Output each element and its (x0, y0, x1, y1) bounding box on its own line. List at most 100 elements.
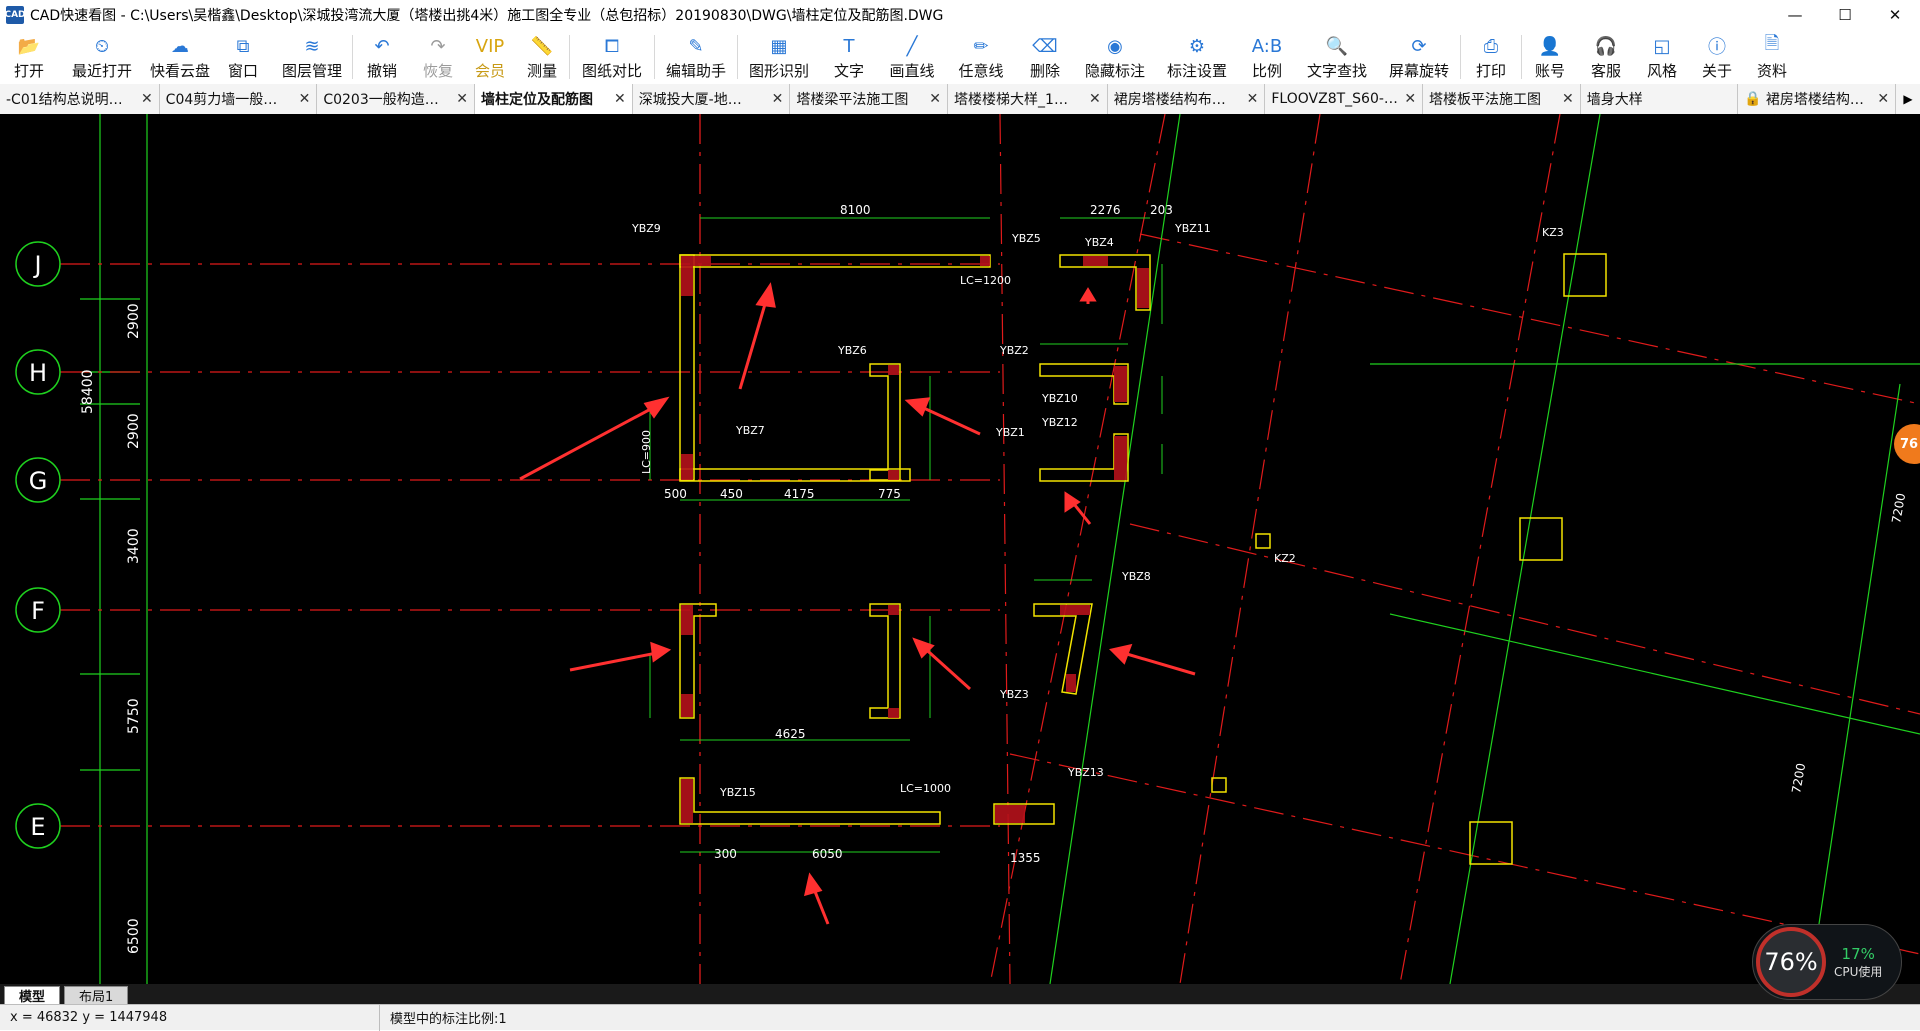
layout-tab[interactable]: 模型 (4, 986, 61, 1005)
toolbar-button-edit-assistant[interactable]: ✎ 编辑助手 (655, 30, 737, 84)
document-tab[interactable]: 裙房塔楼结构布… ✕ (1107, 84, 1266, 114)
document-tab[interactable]: 深城投大厦-地… ✕ (632, 84, 791, 114)
dim-right-7200-b: 7200 (1789, 762, 1808, 795)
toolbar-button-text[interactable]: T 文字 (820, 30, 878, 84)
tab-close-icon[interactable]: ✕ (299, 91, 311, 107)
dim-bottom-300: 300 (714, 847, 737, 861)
dim-top-203: 203 (1150, 203, 1173, 217)
axis-bubbles (15, 241, 61, 849)
toolbar-label: 画直线 (889, 62, 935, 80)
toolbar-button-window[interactable]: ⧉ 窗口 (214, 30, 272, 84)
tab-scroll-right-icon[interactable]: ▶ (1896, 84, 1920, 114)
maximize-button[interactable]: ☐ (1820, 0, 1870, 30)
toolbar-button-shape-recognize[interactable]: ▦ 图形识别 (738, 30, 820, 84)
printer-icon: ⎙ (1483, 35, 1499, 57)
tab-label: 深城投大厦-地… (638, 92, 742, 108)
tab-close-icon[interactable]: ✕ (614, 91, 626, 107)
drawing-canvas[interactable]: J H G F E 2900 2900 3400 5750 6500 58400 (0, 114, 1920, 984)
document-tab[interactable]: 塔楼板平法施工图 ✕ (1423, 84, 1581, 114)
axis-label-j: J (32, 251, 41, 279)
status-bar: x = 46832 y = 1447948 模型中的标注比例:1 (0, 1004, 1920, 1031)
tag-ybz3: YBZ3 (999, 688, 1029, 701)
tab-close-icon[interactable]: ✕ (1562, 91, 1574, 107)
toolbar-button-vip[interactable]: VIP 会员 (465, 30, 515, 84)
document-tab[interactable]: 塔楼梁平法施工图 ✕ (790, 84, 949, 114)
toolbar-button-pencil[interactable]: ✏ 任意线 (946, 30, 1016, 84)
toolbar-label: 图形识别 (748, 62, 809, 80)
toolbar-button-line[interactable]: ╱ 画直线 (878, 30, 946, 84)
document-tab[interactable]: 墙柱定位及配筋图 ✕ (475, 84, 633, 114)
axis-bubble-labels: J H G F E (29, 251, 48, 841)
tag-ybz5: YBZ5 (1011, 232, 1041, 245)
tab-close-icon[interactable]: ✕ (456, 91, 468, 107)
dim-bottom-450: 450 (720, 487, 743, 501)
toolbar-button-eraser[interactable]: ⌫ 删除 (1016, 30, 1074, 84)
document-tab[interactable]: C04剪力墙一般… ✕ (159, 84, 318, 114)
layout-tab[interactable]: 布局1 (64, 986, 129, 1005)
toolbar-button-eye-hide[interactable]: ◉ 隐藏标注 (1074, 30, 1156, 84)
toolbar-button-annotation-settings[interactable]: ⚙ 标注设置 (1156, 30, 1238, 84)
cpu-monitor-widget[interactable]: 76% 17% CPU使用 (1752, 924, 1902, 1000)
toolbar-label: 任意线 (958, 62, 1004, 80)
tag-ybz8: YBZ8 (1121, 570, 1151, 583)
dim-top-2276: 2276 (1090, 203, 1121, 217)
text-search-icon: 🔍 (1325, 35, 1349, 57)
lc-1000: LC=1000 (900, 782, 951, 795)
document-tab[interactable]: C0203一般构造… ✕ (317, 84, 476, 114)
toolbar-label: 窗口 (227, 62, 258, 80)
tab-close-icon[interactable]: ✕ (141, 91, 153, 107)
annotation-scale: 模型中的标注比例:1 (390, 1012, 507, 1027)
tab-close-icon[interactable]: ✕ (1089, 91, 1101, 107)
tab-close-icon[interactable]: ✕ (1877, 91, 1889, 107)
document-tab[interactable]: FLOOVZ8T_S60-… ✕ (1265, 84, 1424, 114)
cpu-ring-gauge: 76% (1756, 927, 1826, 997)
tab-label: -C01结构总说明… (6, 92, 123, 108)
toolbar-button-clock[interactable]: ⏲ 最近打开 (58, 30, 146, 84)
dim-6500: 6500 (126, 918, 142, 954)
toolbar-button-scale[interactable]: A:B 比例 (1238, 30, 1296, 84)
tab-close-icon[interactable]: ✕ (929, 91, 941, 107)
toolbar-button-text-search[interactable]: 🔍 文字查找 (1296, 30, 1378, 84)
tab-close-icon[interactable]: ✕ (1404, 91, 1416, 107)
toolbar-label: 风格 (1646, 62, 1677, 80)
column-squares (1211, 253, 1607, 865)
toolbar-button-cloud[interactable]: ☁ 快看云盘 (146, 30, 214, 84)
vip-icon: VIP (475, 35, 505, 57)
document-tab[interactable]: -C01结构总说明… ✕ (0, 84, 160, 114)
document-tab[interactable]: 塔楼楼梯大样_1… ✕ (948, 84, 1108, 114)
toolbar-button-layers[interactable]: ≋ 图层管理 (272, 30, 352, 84)
toolbar-button-style[interactable]: ◱ 风格 (1634, 30, 1690, 84)
toolbar-label: 账号 (1534, 62, 1565, 80)
toolbar-button-document[interactable]: 🗎 资料 (1744, 30, 1800, 84)
toolbar-button-printer[interactable]: ⎙ 打印 (1461, 30, 1521, 84)
document-tab[interactable]: 墙身大样 (1580, 84, 1739, 114)
toolbar-button-compare[interactable]: ⧠ 图纸对比 (570, 30, 654, 84)
toolbar-button-folder-open[interactable]: 📂 打开 (0, 30, 58, 84)
axis-label-g: G (29, 467, 48, 495)
tag-kz2: KZ2 (1274, 552, 1296, 565)
text-icon: T (843, 35, 855, 57)
tab-close-icon[interactable]: ✕ (1247, 91, 1259, 107)
toolbar-button-undo[interactable]: ↶ 撤销 (353, 30, 411, 84)
tab-label: 塔楼梁平法施工图 (796, 92, 909, 108)
toolbar-button-headset[interactable]: 🎧 客服 (1578, 30, 1634, 84)
toolbar-button-ruler[interactable]: 📏 测量 (515, 30, 569, 84)
toolbar-label: 会员 (474, 62, 505, 80)
tab-close-icon[interactable]: ✕ (772, 91, 784, 107)
document-tab[interactable]: 🔒 裙房塔楼结构… ✕ (1738, 84, 1897, 114)
tag-ybz6: YBZ6 (837, 344, 867, 357)
toolbar-label: 测量 (526, 62, 557, 80)
toolbar-button-user[interactable]: 👤 账号 (1522, 30, 1578, 84)
toolbar-label: 最近打开 (71, 62, 132, 80)
toolbar-label: 打印 (1475, 62, 1506, 80)
cad-drawing: J H G F E 2900 2900 3400 5750 6500 58400 (15, 114, 1920, 984)
ruler-icon: 📏 (530, 35, 554, 57)
dim-2900-b: 2900 (126, 413, 142, 449)
minimize-button[interactable]: — (1770, 0, 1820, 30)
toolbar-button-redo[interactable]: ↷ 恢复 (411, 30, 465, 84)
toolbar-button-info[interactable]: ⓘ 关于 (1690, 30, 1744, 84)
toolbar-button-rotate-screen[interactable]: ⟳ 屏幕旋转 (1378, 30, 1460, 84)
tag-ybz7: YBZ7 (735, 424, 765, 437)
tab-label: 塔楼板平法施工图 (1429, 92, 1542, 108)
close-button[interactable]: ✕ (1870, 0, 1920, 30)
